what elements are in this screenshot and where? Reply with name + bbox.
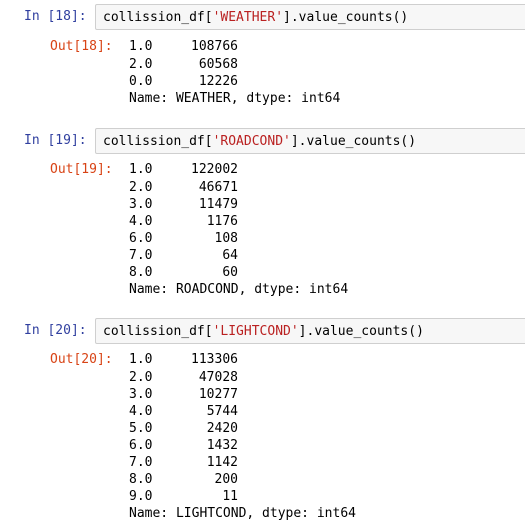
- row-count: 108766: [191, 39, 238, 54]
- series-footer: Name: LIGHTCOND, dtype: int64: [129, 506, 356, 521]
- input-prompt: In [18]:: [24, 9, 87, 24]
- input-prompt: In [20]:: [24, 323, 87, 338]
- code-suffix: ].value_counts(): [298, 324, 424, 339]
- output-prompt: Out[19]:: [50, 162, 113, 177]
- output-prompt: Out[18]:: [50, 39, 113, 54]
- row-count: 2420: [206, 421, 238, 436]
- series-footer: Name: ROADCOND, dtype: int64: [129, 282, 349, 297]
- series-footer: Name: WEATHER, dtype: int64: [129, 91, 341, 106]
- row-count: 64: [222, 248, 238, 263]
- output-prompt: Out[20]:: [50, 352, 113, 367]
- row-count: 1432: [206, 438, 238, 453]
- row-count: 1176: [206, 214, 238, 229]
- row-count: 46671: [198, 180, 238, 195]
- code-input[interactable]: collission_df['LIGHTCOND'].value_counts(…: [95, 318, 525, 344]
- row-count: 12226: [198, 74, 238, 89]
- row-count: 113306: [191, 352, 238, 367]
- row-count: 10277: [198, 387, 238, 402]
- code-prefix: collission_df[: [103, 10, 213, 25]
- code-string-literal: 'LIGHTCOND': [212, 324, 299, 339]
- code-string-literal: 'ROADCOND': [212, 134, 291, 149]
- code-input[interactable]: collission_df['ROADCOND'].value_counts(): [95, 128, 525, 154]
- code-string-literal: 'WEATHER': [212, 10, 284, 25]
- row-count: 47028: [198, 370, 238, 385]
- row-count: 11479: [198, 197, 238, 212]
- row-count: 1142: [206, 455, 238, 470]
- row-count: 108: [214, 231, 238, 246]
- code-prefix: collission_df[: [103, 134, 213, 149]
- code-prefix: collission_df[: [103, 324, 213, 339]
- row-count: 11: [222, 489, 238, 504]
- row-count: 60568: [198, 57, 238, 72]
- row-count: 200: [214, 472, 238, 487]
- code-suffix: ].value_counts(): [290, 134, 417, 149]
- row-count: 122002: [191, 162, 238, 177]
- row-count: 60: [222, 265, 238, 280]
- row-count: 5744: [206, 404, 238, 419]
- code-input[interactable]: collission_df['WEATHER'].value_counts(): [95, 4, 525, 30]
- code-suffix: ].value_counts(): [283, 10, 409, 25]
- input-prompt: In [19]:: [24, 133, 87, 148]
